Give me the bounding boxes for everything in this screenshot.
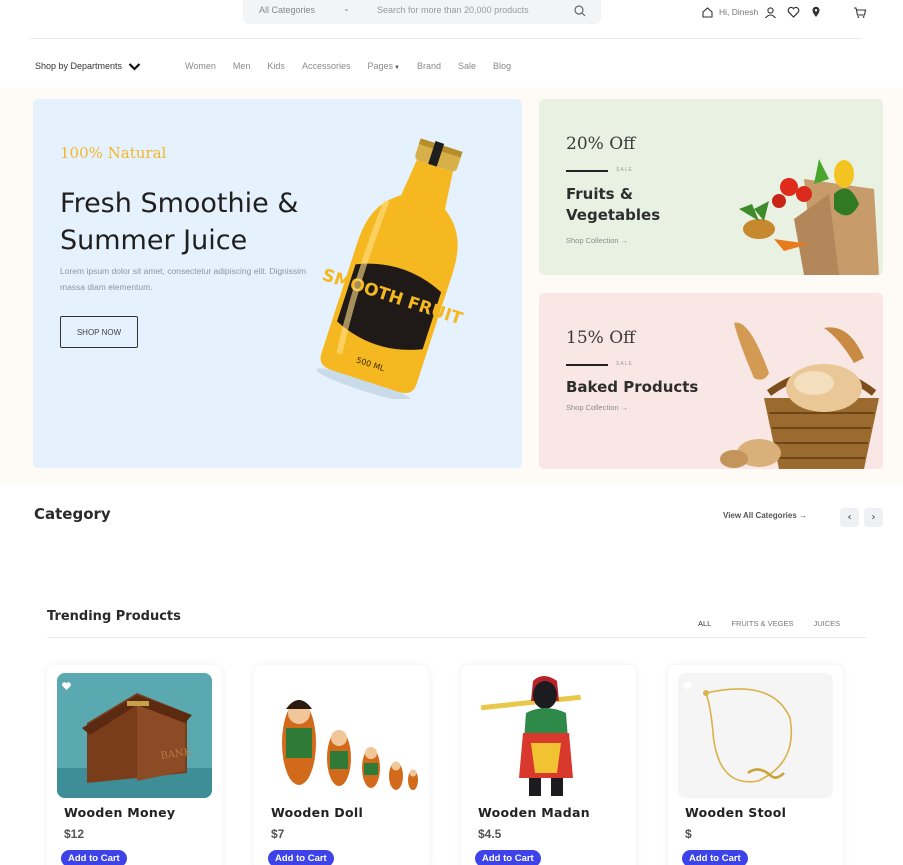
vegetable-bag-image bbox=[739, 159, 879, 275]
search-input[interactable]: Search for more than 20,000 products bbox=[377, 5, 529, 15]
nav-item-pages-label: Pages bbox=[367, 61, 393, 71]
product-card[interactable]: Wooden Stool $ Add to Cart bbox=[668, 665, 843, 865]
nav-item-blog[interactable]: Blog bbox=[493, 61, 511, 71]
promo-sale-label: SALE bbox=[616, 361, 633, 367]
promo-divider bbox=[566, 364, 608, 366]
promo-title: Fruits & Vegetables bbox=[566, 185, 661, 224]
heart-icon[interactable] bbox=[786, 5, 800, 19]
shop-collection-link[interactable]: Shop Collection → bbox=[566, 236, 628, 245]
view-all-categories-link[interactable]: View All Categories → bbox=[723, 511, 807, 520]
add-to-cart-button[interactable]: Add to Cart bbox=[268, 850, 334, 865]
user-icon[interactable] bbox=[763, 5, 777, 19]
cart-icon[interactable] bbox=[853, 5, 867, 19]
departments-dropdown[interactable]: Shop by Departments bbox=[35, 61, 141, 71]
nav-item-women[interactable]: Women bbox=[185, 61, 216, 71]
product-card[interactable]: Wooden Doll $7 Add to Cart bbox=[254, 665, 429, 865]
chevron-right-icon: › bbox=[871, 512, 876, 523]
nav-item-sale[interactable]: Sale bbox=[458, 61, 476, 71]
add-to-cart-button[interactable]: Add to Cart bbox=[475, 850, 541, 865]
product-image bbox=[678, 673, 833, 798]
nav-item-pages[interactable]: Pages▼ bbox=[367, 61, 399, 71]
search-icon[interactable] bbox=[573, 3, 589, 19]
nav-item-kids[interactable]: Kids bbox=[267, 61, 285, 71]
promo-title: Baked Products bbox=[566, 378, 699, 396]
product-price: $12 bbox=[64, 827, 85, 841]
wooden-money-box-image: BANK bbox=[57, 673, 212, 798]
smoothie-bottle-image: SMOOTH FRUIT 500 ML bbox=[316, 138, 465, 399]
nav-item-brand[interactable]: Brand bbox=[417, 61, 441, 71]
prev-arrow-button[interactable]: ‹ bbox=[840, 508, 859, 527]
heart-icon[interactable] bbox=[682, 676, 693, 695]
user-greeting: Hi, Dinesh bbox=[719, 7, 759, 17]
chevron-left-icon: ‹ bbox=[847, 512, 852, 523]
tab-all[interactable]: ALL bbox=[698, 619, 712, 638]
tab-fruits-veges[interactable]: FRUITS & VEGES bbox=[731, 619, 793, 638]
product-name: Wooden Money bbox=[64, 805, 176, 820]
wooden-doll-image bbox=[282, 700, 418, 790]
chevron-down-icon[interactable]: ⌄ bbox=[343, 4, 350, 13]
caret-down-icon: ▼ bbox=[393, 65, 400, 71]
promo-card-fruits[interactable]: 20% Off SALE Fruits & Vegetables Shop Co… bbox=[539, 99, 883, 275]
category-heading: Category bbox=[34, 505, 111, 523]
trending-tabs: ALL FRUITS & VEGES JUICES bbox=[698, 619, 860, 638]
trending-heading: Trending Products bbox=[47, 609, 181, 624]
tab-juices[interactable]: JUICES bbox=[813, 619, 840, 638]
product-price: $7 bbox=[271, 827, 285, 841]
nav-item-men[interactable]: Men bbox=[233, 61, 251, 71]
product-price: $4.5 bbox=[478, 827, 502, 841]
trending-divider bbox=[47, 637, 867, 638]
promo-discount: 20% Off bbox=[566, 134, 636, 154]
location-icon[interactable] bbox=[809, 5, 823, 19]
promo-divider bbox=[566, 170, 608, 172]
hero-description: Lorem ipsum dolor sit amet, consectetur … bbox=[60, 266, 307, 292]
home-icon[interactable] bbox=[700, 5, 714, 19]
product-name: Wooden Madan bbox=[478, 805, 590, 820]
shop-now-button[interactable]: SHOP NOW bbox=[60, 316, 138, 348]
product-name: Wooden Stool bbox=[685, 805, 787, 820]
search-bar: All Categories ⌄ Search for more than 20… bbox=[243, 0, 601, 24]
hero-title: Fresh Smoothie & Summer Juice bbox=[60, 188, 299, 256]
chevron-down-icon bbox=[128, 62, 141, 71]
promo-card-baked[interactable]: 15% Off SALE Baked Products Shop Collect… bbox=[539, 293, 883, 469]
departments-label: Shop by Departments bbox=[35, 61, 123, 71]
nav-links: Women Men Kids Accessories Pages▼ Brand … bbox=[185, 61, 528, 71]
promo-discount: 15% Off bbox=[566, 328, 636, 348]
top-bar: All Categories ⌄ Search for more than 20… bbox=[0, 0, 903, 39]
heart-icon[interactable] bbox=[61, 676, 72, 695]
product-card[interactable]: BANK Wooden Money $12 Add to Cart bbox=[47, 665, 222, 865]
nav-item-accessories[interactable]: Accessories bbox=[302, 61, 351, 71]
hero-tag: 100% Natural bbox=[60, 144, 167, 162]
add-to-cart-button[interactable]: Add to Cart bbox=[61, 850, 127, 865]
promo-sale-label: SALE bbox=[616, 167, 633, 173]
product-image bbox=[264, 673, 419, 798]
main-nav: Shop by Departments Women Men Kids Acces… bbox=[35, 58, 903, 74]
product-price: $ bbox=[685, 827, 692, 841]
category-select[interactable]: All Categories bbox=[259, 5, 315, 15]
shop-collection-link[interactable]: Shop Collection → bbox=[566, 403, 628, 412]
add-to-cart-button[interactable]: Add to Cart bbox=[682, 850, 748, 865]
bread-basket-image bbox=[720, 322, 879, 469]
product-image: BANK bbox=[57, 673, 212, 798]
product-card[interactable]: Wooden Madan $4.5 Add to Cart bbox=[461, 665, 636, 865]
wooden-madan-figure-image bbox=[480, 676, 581, 796]
product-image bbox=[471, 673, 626, 798]
header-divider bbox=[30, 38, 861, 39]
gold-bracelet-image bbox=[678, 673, 833, 798]
product-name: Wooden Doll bbox=[271, 805, 364, 820]
hero-banner: 100% Natural Fresh Smoothie & Summer Jui… bbox=[33, 99, 522, 468]
header-actions: Hi, Dinesh bbox=[700, 3, 867, 21]
next-arrow-button[interactable]: › bbox=[864, 508, 883, 527]
